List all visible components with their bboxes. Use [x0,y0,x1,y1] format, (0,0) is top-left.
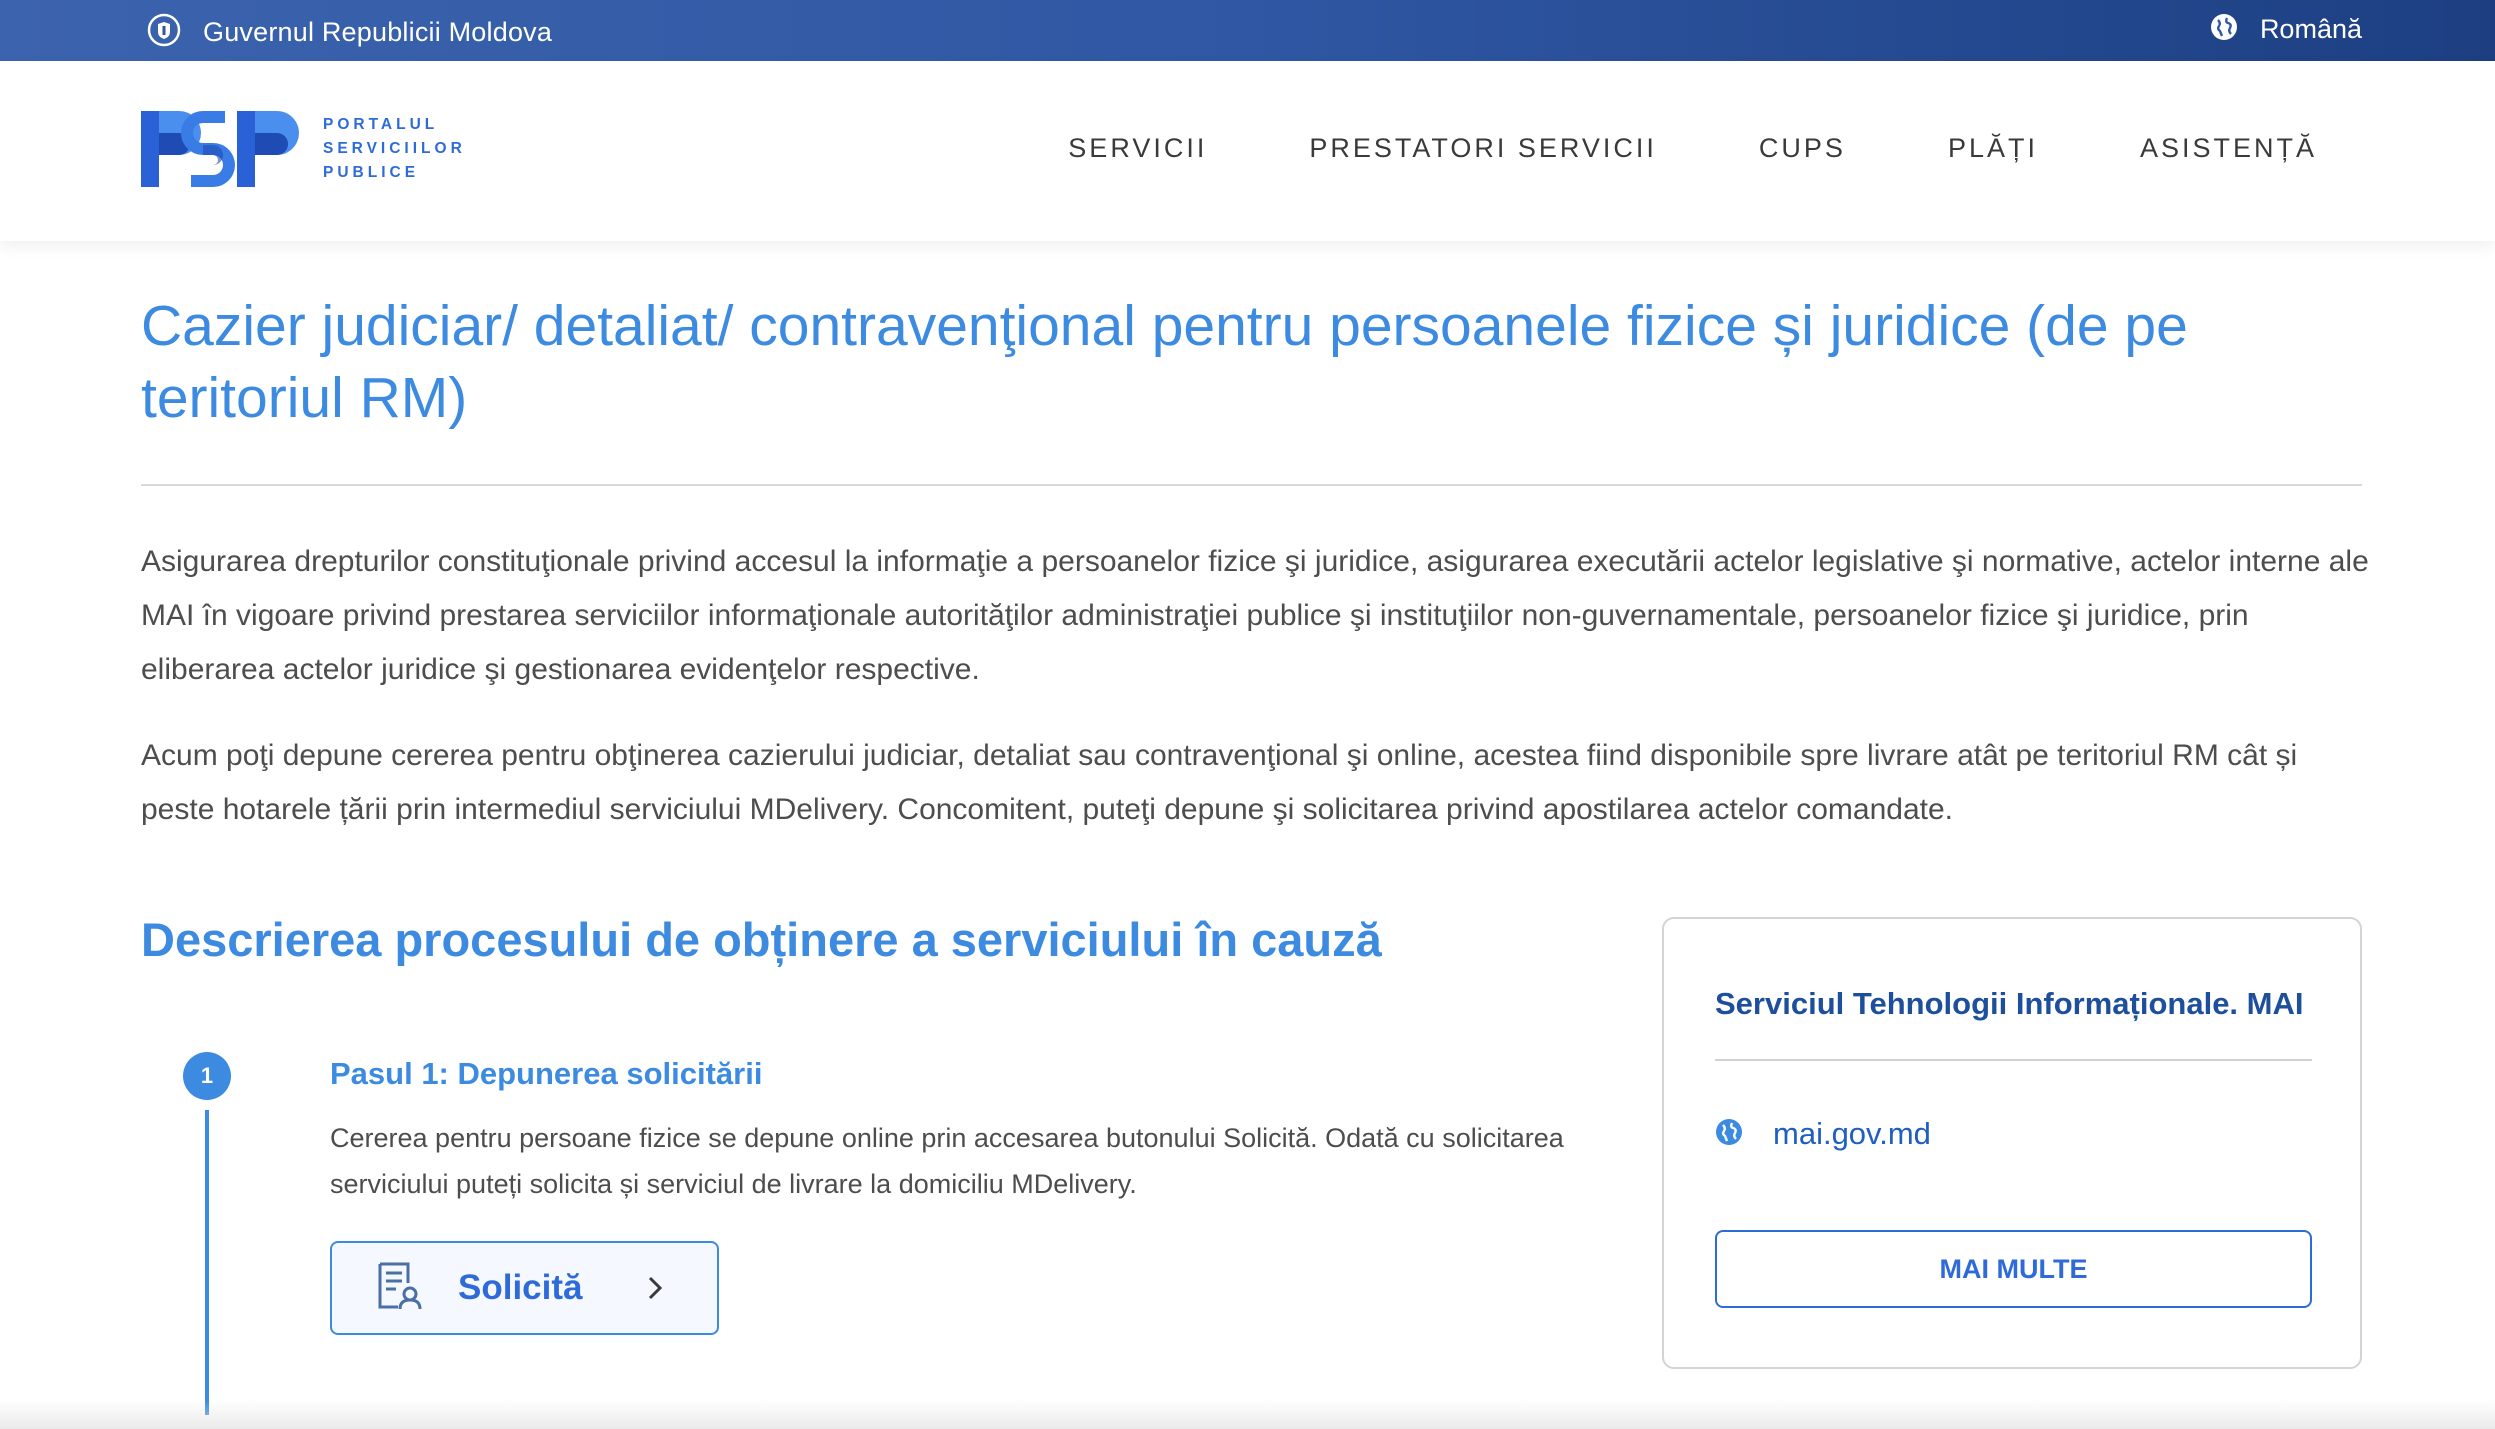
government-link[interactable]: Guvernul Republicii Moldova [147,13,552,52]
chevron-right-icon [645,1273,665,1308]
step-description: Cererea pentru persoane fizice se depune… [330,1123,1564,1199]
government-label: Guvernul Republicii Moldova [203,17,553,47]
language-label: Română [2259,14,2362,44]
logo-wordmark: PORTALUL SERVICIILOR PUBLICE [323,113,466,185]
step-number-badge: 1 [183,1052,231,1100]
process-title: Descrierea procesului de obținere a serv… [141,913,1382,966]
solicita-button-label: Solicită [458,1268,583,1307]
psp-logo[interactable]: PORTALUL SERVICIILOR PUBLICE [141,109,466,189]
language-selector[interactable]: Română [2210,13,2362,46]
nav-plati[interactable]: PLĂȚI [1948,133,2038,164]
provider-name: Serviciul Tehnologii Informaționale. MAI [1715,986,2304,1021]
provider-website-row: mai.gov.md [1715,1116,1931,1152]
page-title: Cazier judiciar/ detaliat/ contravenţion… [141,294,2188,430]
document-user-icon [376,1261,422,1316]
logo-line-2: SERVICIILOR [323,140,466,157]
step-timeline-line [205,1110,209,1415]
service-description: Asigurarea drepturilor constituţionale p… [141,545,2369,686]
title-divider [141,484,2362,486]
provider-card: Serviciul Tehnologii Informaționale. MAI… [1662,917,2362,1369]
page-bottom-fade [0,1400,2495,1429]
mai-multe-label: MAI MULTE [1939,1253,2088,1284]
card-divider [1715,1059,2312,1061]
globe-icon [2210,13,2238,46]
service-online-info: Acum poţi depune cererea pentru obţinere… [141,739,2298,826]
nav-prestatori-servicii[interactable]: PRESTATORI SERVICII [1309,133,1657,164]
globe-icon [1715,1118,1743,1151]
government-topbar: Guvernul Republicii Moldova Română [0,0,2495,61]
main-nav: SERVICII PRESTATORI SERVICII CUPS PLĂȚI … [966,133,2317,164]
nav-asistenta[interactable]: ASISTENȚĂ [2140,133,2317,164]
mai-multe-button[interactable]: MAI MULTE [1715,1230,2312,1308]
site-header: PORTALUL SERVICIILOR PUBLICE SERVICII PR… [0,61,2495,241]
coat-of-arms-icon [147,13,181,52]
logo-line-1: PORTALUL [323,116,439,133]
nav-cups[interactable]: CUPS [1759,133,1846,164]
logo-line-3: PUBLICE [323,164,420,181]
provider-website-link[interactable]: mai.gov.md [1773,1116,1931,1152]
nav-servicii[interactable]: SERVICII [1068,133,1207,164]
solicita-button[interactable]: Solicită [330,1241,719,1335]
step-title: Pasul 1: Depunerea solicitării [330,1056,763,1091]
psp-logo-mark [141,111,299,187]
